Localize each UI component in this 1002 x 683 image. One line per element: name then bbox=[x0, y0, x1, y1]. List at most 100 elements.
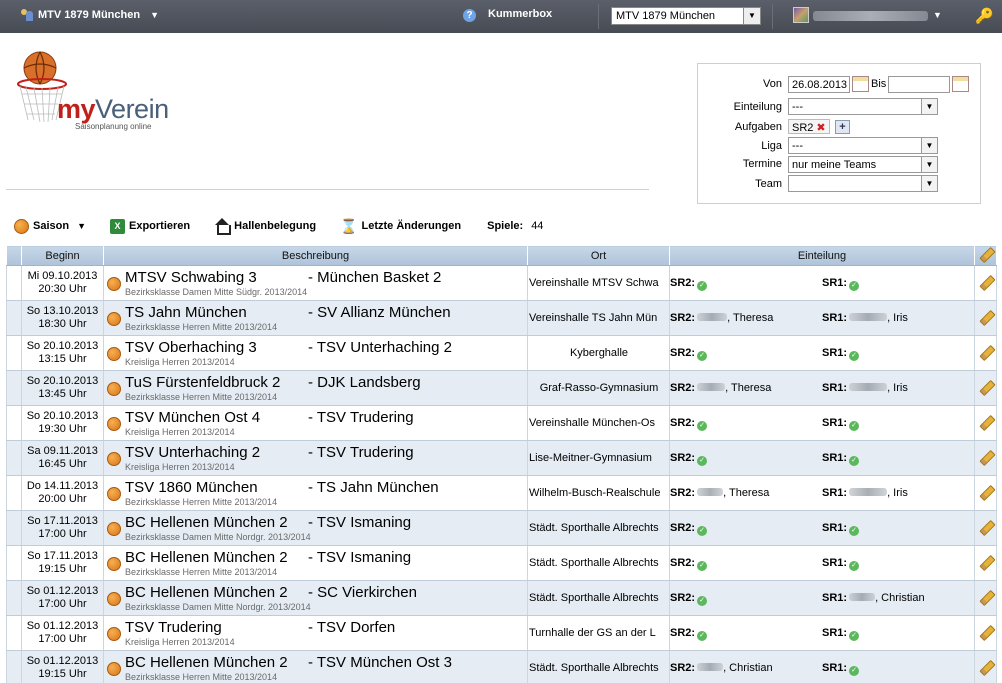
edit-button[interactable] bbox=[974, 475, 997, 511]
description-cell[interactable]: BC Hellenen München 2 - TSV München Ost 3… bbox=[103, 650, 528, 683]
edit-button[interactable] bbox=[974, 545, 997, 581]
avatar[interactable] bbox=[793, 7, 809, 23]
edit-all-button[interactable] bbox=[974, 245, 997, 266]
chevron-down-icon[interactable]: ▼ bbox=[921, 157, 937, 172]
chevron-down-icon[interactable]: ▼ bbox=[921, 99, 937, 114]
description-cell[interactable]: MTSV Schwabing 3 - München Basket 2 Bezirk… bbox=[103, 265, 528, 301]
sr1-assignment[interactable]: SR1: , Christian bbox=[822, 592, 925, 604]
einteilung-select[interactable]: --- ▼ bbox=[788, 98, 938, 115]
row-select-cell[interactable] bbox=[6, 300, 22, 336]
von-input[interactable]: 26.08.2013 bbox=[788, 76, 850, 93]
description-cell[interactable]: BC Hellenen München 2 - TSV Ismaning Bezir… bbox=[103, 510, 528, 546]
row-select-cell[interactable] bbox=[6, 615, 22, 651]
table-row[interactable]: Mi 09.10.2013 20:30 Uhr MTSV Schwabing 3 - … bbox=[6, 265, 997, 301]
aufgaben-tag[interactable]: SR2 ✖ bbox=[788, 119, 830, 134]
description-cell[interactable]: TSV Unterhaching 2 - TSV Trudering Kreisli… bbox=[103, 440, 528, 476]
sr2-assignment[interactable]: SR2: ✓ bbox=[670, 522, 708, 536]
sr1-assignment[interactable]: SR1: ✓ bbox=[822, 277, 860, 291]
sr1-assignment[interactable]: SR1: ✓ bbox=[822, 662, 860, 676]
description-cell[interactable]: TuS Fürstenfeldbruck 2 - DJK Landsberg Bez… bbox=[103, 370, 528, 406]
letzte-aenderungen-button[interactable]: ⌛ Letzte Änderungen bbox=[340, 218, 461, 235]
help-icon[interactable]: ? bbox=[463, 9, 476, 22]
sr2-assignment[interactable]: SR2: , Christian bbox=[670, 662, 773, 674]
edit-button[interactable] bbox=[974, 650, 997, 683]
row-select-cell[interactable] bbox=[6, 335, 22, 371]
sr2-assignment[interactable]: SR2: ✓ bbox=[670, 417, 708, 431]
sr1-assignment[interactable]: SR1: , Iris bbox=[822, 382, 908, 394]
sr1-assignment[interactable]: SR1: , Iris bbox=[822, 312, 908, 324]
einteilung-header[interactable]: Einteilung bbox=[669, 245, 975, 266]
edit-button[interactable] bbox=[974, 580, 997, 616]
table-row[interactable]: So 01.12.2013 17:00 Uhr TSV Trudering - TSV… bbox=[6, 615, 997, 651]
table-row[interactable]: Sa 09.11.2013 16:45 Uhr TSV Unterhaching 2… bbox=[6, 440, 997, 476]
sr2-assignment[interactable]: SR2: ✓ bbox=[670, 627, 708, 641]
row-select-cell[interactable] bbox=[6, 370, 22, 406]
sr1-assignment[interactable]: SR1: , Iris bbox=[822, 487, 908, 499]
calendar-icon[interactable] bbox=[952, 76, 969, 92]
description-cell[interactable]: BC Hellenen München 2 - SC Vierkirchen Bez… bbox=[103, 580, 528, 616]
sr2-assignment[interactable]: SR2: , Theresa bbox=[670, 487, 769, 499]
edit-button[interactable] bbox=[974, 440, 997, 476]
sr1-assignment[interactable]: SR1: ✓ bbox=[822, 522, 860, 536]
beginn-header[interactable]: Beginn bbox=[21, 245, 104, 266]
add-aufgabe-button[interactable]: + bbox=[835, 120, 850, 134]
row-select-cell[interactable] bbox=[6, 475, 22, 511]
edit-button[interactable] bbox=[974, 405, 997, 441]
edit-button[interactable] bbox=[974, 510, 997, 546]
bis-input[interactable] bbox=[888, 76, 950, 93]
table-row[interactable]: So 20.10.2013 13:45 Uhr TuS Fürstenfeldbru… bbox=[6, 370, 997, 406]
edit-button[interactable] bbox=[974, 300, 997, 336]
row-select-cell[interactable] bbox=[6, 440, 22, 476]
club-select[interactable]: MTV 1879 München ▼ bbox=[611, 7, 761, 25]
termine-select[interactable]: nur meine Teams ▼ bbox=[788, 156, 938, 173]
table-row[interactable]: So 17.11.2013 17:00 Uhr BC Hellenen Münche… bbox=[6, 510, 997, 546]
calendar-icon[interactable] bbox=[852, 76, 869, 92]
user-name-redacted[interactable] bbox=[813, 11, 928, 21]
sr2-assignment[interactable]: SR2: , Theresa bbox=[670, 312, 773, 324]
sr1-assignment[interactable]: SR1: ✓ bbox=[822, 417, 860, 431]
liga-select[interactable]: --- ▼ bbox=[788, 137, 938, 154]
row-select-cell[interactable] bbox=[6, 580, 22, 616]
export-button[interactable]: X Exportieren bbox=[110, 218, 190, 234]
edit-button[interactable] bbox=[974, 370, 997, 406]
sr2-assignment[interactable]: SR2: ✓ bbox=[670, 592, 708, 606]
table-row[interactable]: So 13.10.2013 18:30 Uhr TS Jahn München - S… bbox=[6, 300, 997, 336]
chevron-down-icon[interactable]: ▼ bbox=[921, 176, 937, 191]
sr2-assignment[interactable]: SR2: ✓ bbox=[670, 277, 708, 291]
description-cell[interactable]: TS Jahn München - SV Allianz München Bezir… bbox=[103, 300, 528, 336]
description-cell[interactable]: TSV Trudering - TSV Dorfen Kreisliga Herre… bbox=[103, 615, 528, 651]
row-select-cell[interactable] bbox=[6, 265, 22, 301]
table-row[interactable]: So 17.11.2013 19:15 Uhr BC Hellenen Münche… bbox=[6, 545, 997, 581]
sr1-assignment[interactable]: SR1: ✓ bbox=[822, 347, 860, 361]
table-row[interactable]: So 01.12.2013 19:15 Uhr BC Hellenen Münche… bbox=[6, 650, 997, 683]
sr1-assignment[interactable]: SR1: ✓ bbox=[822, 452, 860, 466]
edit-button[interactable] bbox=[974, 335, 997, 371]
sr1-assignment[interactable]: SR1: ✓ bbox=[822, 557, 860, 571]
table-row[interactable]: So 20.10.2013 19:30 Uhr TSV München Ost 4 -… bbox=[6, 405, 997, 441]
team-select[interactable]: ▼ bbox=[788, 175, 938, 192]
sr1-assignment[interactable]: SR1: ✓ bbox=[822, 627, 860, 641]
ort-header[interactable]: Ort bbox=[527, 245, 670, 266]
edit-button[interactable] bbox=[974, 265, 997, 301]
table-row[interactable]: Do 14.11.2013 20:00 Uhr TSV 1860 München - … bbox=[6, 475, 997, 511]
sr2-assignment[interactable]: SR2: ✓ bbox=[670, 557, 708, 571]
row-select-cell[interactable] bbox=[6, 545, 22, 581]
table-row[interactable]: So 20.10.2013 13:15 Uhr TSV Oberhaching 3 -… bbox=[6, 335, 997, 371]
table-row[interactable]: So 01.12.2013 17:00 Uhr BC Hellenen Münche… bbox=[6, 580, 997, 616]
sr2-assignment[interactable]: SR2: , Theresa bbox=[670, 382, 771, 394]
kummerbox-link[interactable]: Kummerbox bbox=[488, 8, 552, 20]
row-select-cell[interactable] bbox=[6, 405, 22, 441]
chevron-down-icon[interactable]: ▼ bbox=[921, 138, 937, 153]
row-select-cell[interactable] bbox=[6, 510, 22, 546]
row-select-cell[interactable] bbox=[6, 650, 22, 683]
edit-button[interactable] bbox=[974, 615, 997, 651]
hallenbelegung-button[interactable]: Hallenbelegung bbox=[214, 218, 316, 235]
sr2-assignment[interactable]: SR2: ✓ bbox=[670, 347, 708, 361]
close-icon[interactable]: ✖ bbox=[816, 122, 825, 134]
saison-menu[interactable]: Saison ▼ bbox=[14, 218, 86, 234]
club-menu[interactable]: MTV 1879 München ▼ bbox=[20, 8, 159, 22]
chevron-down-icon[interactable]: ▼ bbox=[743, 8, 760, 24]
beschreibung-header[interactable]: Beschreibung bbox=[103, 245, 528, 266]
key-icon[interactable]: 🔑 bbox=[975, 7, 994, 25]
sr2-assignment[interactable]: SR2: ✓ bbox=[670, 452, 708, 466]
